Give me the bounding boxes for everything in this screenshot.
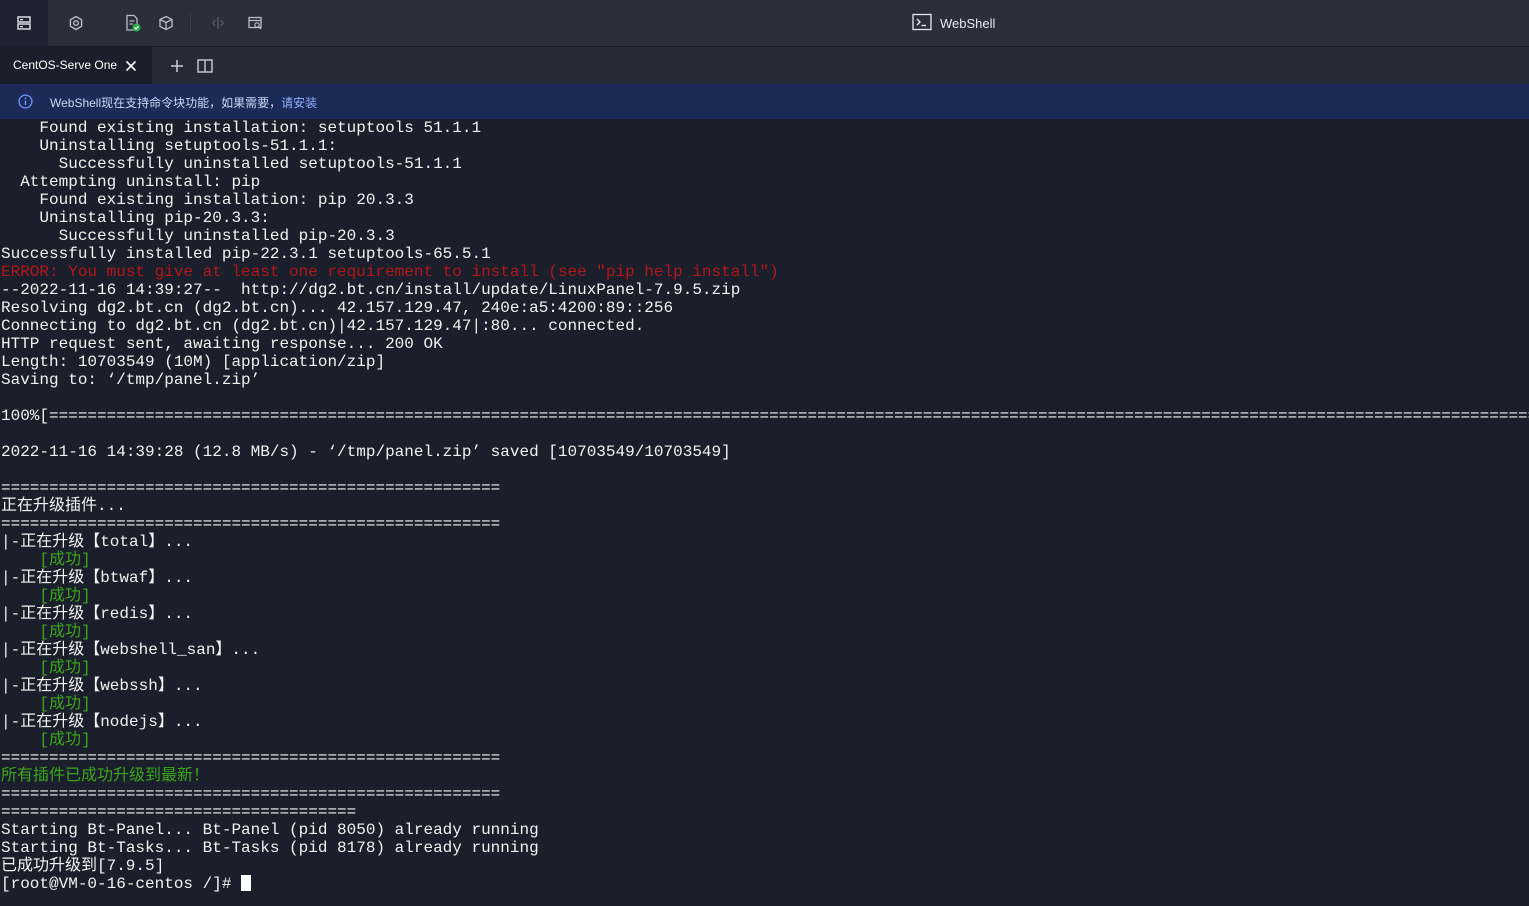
terminal-line: ========================================… xyxy=(1,749,501,767)
window-title: WebShell xyxy=(912,13,995,33)
terminal-line: ========================================… xyxy=(1,515,501,533)
terminal-line: Successfully uninstalled pip-20.3.3 xyxy=(1,227,395,245)
toolbar-divider xyxy=(190,14,191,32)
server-list-icon[interactable] xyxy=(0,0,48,46)
terminal-line: |-正在升级【btwaf】... xyxy=(1,569,194,587)
terminal-line: [成功] xyxy=(1,731,91,749)
window-title-text: WebShell xyxy=(940,15,996,31)
terminal-line: Found existing installation: pip 20.3.3 xyxy=(1,191,414,209)
settings-icon[interactable] xyxy=(64,11,88,35)
terminal-line: |-正在升级【webssh】... xyxy=(1,677,203,695)
tab-session[interactable]: CentOS-Serve One xyxy=(0,47,152,84)
notice-banner: WebShell现在支持命令块功能，如果需要，请安装 xyxy=(0,84,1529,119)
terminal-line: Uninstalling setuptools-51.1.1: xyxy=(1,137,338,155)
terminal-line: [root@VM-0-16-centos /]# xyxy=(1,875,252,893)
terminal-line: [成功] xyxy=(1,587,91,605)
terminal-line: |-正在升级【redis】... xyxy=(1,605,194,623)
terminal-line: [成功] xyxy=(1,695,91,713)
terminal-line: Successfully uninstalled setuptools-51.1… xyxy=(1,155,462,173)
terminal-line: [成功] xyxy=(1,623,91,641)
terminal-line: |-正在升级【total】... xyxy=(1,533,194,551)
terminal-line: Attempting uninstall: pip xyxy=(1,173,261,191)
install-link[interactable]: 请安装 xyxy=(281,96,317,110)
terminal-line: Starting Bt-Tasks... Bt-Tasks (pid 8178)… xyxy=(1,839,539,857)
terminal-line: 100%[===================================… xyxy=(1,407,1529,425)
terminal-line: 已成功升级到[7.9.5] xyxy=(1,857,165,875)
terminal-line: [成功] xyxy=(1,551,91,569)
terminal-line: HTTP request sent, awaiting response... … xyxy=(1,335,443,353)
terminal-line: |-正在升级【nodejs】... xyxy=(1,713,203,731)
split-view-icon[interactable] xyxy=(196,57,214,75)
notice-text: WebShell现在支持命令块功能，如果需要，请安装 xyxy=(50,94,317,111)
file-check-icon[interactable] xyxy=(120,11,144,35)
terminal-line: Found existing installation: setuptools … xyxy=(1,119,482,137)
notice-message: WebShell现在支持命令块功能，如果需要， xyxy=(50,96,282,110)
terminal-line: ===================================== xyxy=(1,803,357,821)
shell-prompt: [root@VM-0-16-centos /]# xyxy=(1,875,242,893)
plus-icon[interactable] xyxy=(168,57,186,75)
tab-session-label: CentOS-Serve One xyxy=(13,58,118,72)
terminal-icon xyxy=(912,13,932,34)
terminal-line: ========================================… xyxy=(1,785,501,803)
terminal-line: Starting Bt-Panel... Bt-Panel (pid 8050)… xyxy=(1,821,539,839)
terminal-line: [成功] xyxy=(1,659,91,677)
terminal-line: Saving to: ‘/tmp/panel.zip’ xyxy=(1,371,261,389)
terminal-line: ERROR: You must give at least one requir… xyxy=(1,263,779,281)
terminal-line: |-正在升级【webshell_san】... xyxy=(1,641,261,659)
package-icon[interactable] xyxy=(154,11,178,35)
window-search-icon[interactable] xyxy=(243,11,267,35)
title-bar: WebShell xyxy=(0,0,1529,47)
terminal-line: 正在升级插件... xyxy=(1,497,126,515)
terminal-line: 2022-11-16 14:39:28 (12.8 MB/s) - ‘/tmp/… xyxy=(1,443,731,461)
terminal-line: Resolving dg2.bt.cn (dg2.bt.cn)... 42.15… xyxy=(1,299,674,317)
terminal-line: Connecting to dg2.bt.cn (dg2.bt.cn)|42.1… xyxy=(1,317,645,335)
tab-bar: CentOS-Serve One xyxy=(0,47,1529,84)
terminal-line: Uninstalling pip-20.3.3: xyxy=(1,209,270,227)
terminal-line: ========================================… xyxy=(1,479,501,497)
terminal-line: --2022-11-16 14:39:27-- http://dg2.bt.cn… xyxy=(1,281,741,299)
close-icon[interactable] xyxy=(124,59,138,73)
terminal-cursor xyxy=(241,875,252,891)
terminal-output[interactable]: Found existing installation: setuptools … xyxy=(0,119,1529,906)
split-disabled-icon xyxy=(206,11,230,35)
terminal-line: Length: 10703549 (10M) [application/zip] xyxy=(1,353,386,371)
terminal-line: Successfully installed pip-22.3.1 setupt… xyxy=(1,245,491,263)
info-icon xyxy=(18,94,33,109)
terminal-line: 所有插件已成功升级到最新！ xyxy=(1,767,210,785)
